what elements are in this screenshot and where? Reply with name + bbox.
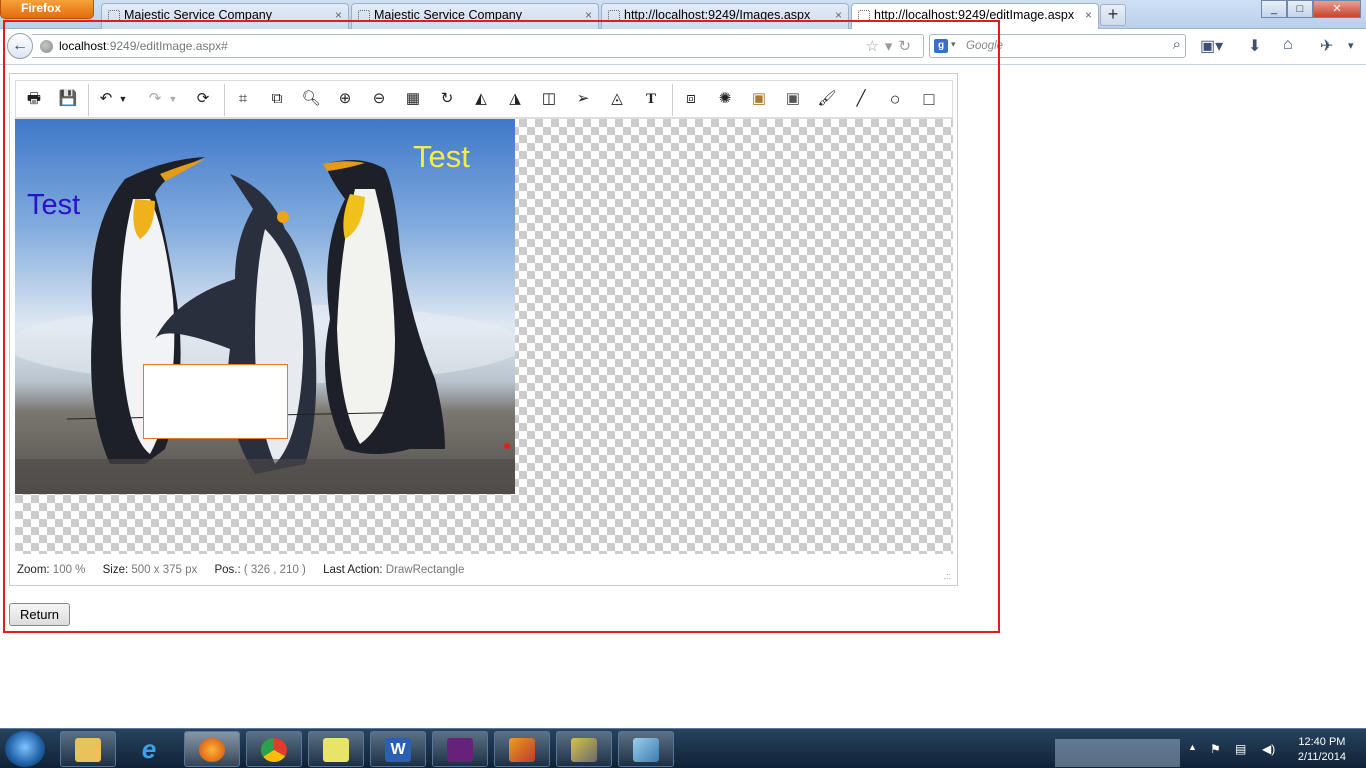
minimize-button[interactable]: _ [1261, 0, 1287, 18]
divider [88, 84, 89, 116]
zoom-value: 100 % [52, 564, 86, 576]
taskbar-notes[interactable] [308, 731, 364, 767]
volume-icon[interactable]: ◀) [1262, 742, 1275, 756]
taskbar-firefox[interactable] [184, 731, 240, 767]
editor-toolbar: 🖶 💾 ↶ ▼ ↷ ▼ ⟳ ⌗ ⧉ 🔍︎ ⊕ ⊖ ▦ ↻ ◭ ◮ ◫ ➢ ◬ T… [15, 80, 953, 118]
taskbar-visual-studio[interactable] [432, 731, 488, 767]
editor-status-bar: Zoom: 100 % Size: 500 x 375 px Pos.: ( 3… [17, 564, 478, 576]
network-icon[interactable]: ▤ [1235, 742, 1246, 756]
text-icon[interactable]: T [638, 86, 664, 112]
addon-icon[interactable]: ✈ [1320, 36, 1333, 56]
position-label: Pos.: [214, 564, 241, 576]
divider [224, 84, 225, 116]
firefox-icon [199, 738, 225, 762]
internet-explorer-icon: e [141, 734, 157, 764]
home-icon[interactable]: ⌂ [1283, 36, 1293, 54]
taskbar-word[interactable]: W [370, 731, 426, 767]
image-editor: 🖶 💾 ↶ ▼ ↷ ▼ ⟳ ⌗ ⧉ 🔍︎ ⊕ ⊖ ▦ ↻ ◭ ◮ ◫ ➢ ◬ T… [9, 73, 958, 586]
save-icon[interactable]: 💾 [55, 86, 81, 112]
zoom-icon[interactable]: 🔍︎ [298, 86, 324, 112]
resize-icon[interactable]: ⧉ [264, 86, 290, 112]
chrome-icon [261, 738, 287, 762]
divider [672, 84, 673, 116]
fit-icon[interactable]: ▦ [400, 86, 426, 112]
taskbar-app[interactable] [494, 731, 550, 767]
mirror-icon[interactable]: ◫ [536, 86, 562, 112]
taskbar-tools[interactable] [556, 731, 612, 767]
download-icon[interactable]: ⬇ [1248, 36, 1261, 56]
zoom-label: Zoom: [17, 564, 50, 576]
chevron-up-icon[interactable]: ▲ [1188, 742, 1197, 752]
close-icon[interactable]: × [1085, 4, 1092, 27]
taskbar-app2[interactable] [618, 731, 674, 767]
size-value: 500 x 375 px [131, 564, 198, 576]
word-icon: W [385, 738, 411, 762]
taskbar-explorer[interactable] [60, 731, 116, 767]
text-overlay[interactable]: Test [27, 189, 80, 222]
windows-taskbar: e W ▲ ⚑ ▤ ◀) 12:40 PM 2/11/2014 [0, 728, 1366, 768]
grayscale-icon[interactable]: ▣ [780, 86, 806, 112]
tools-icon [571, 738, 597, 762]
last-action-label: Last Action: [323, 564, 383, 576]
refresh-icon[interactable]: ⟳ [190, 86, 216, 112]
maximize-button[interactable]: □ [1287, 0, 1313, 18]
firefox-menu-button[interactable]: Firefox [0, 0, 94, 19]
flag-icon[interactable]: ⚑ [1210, 742, 1221, 756]
close-window-button[interactable]: ✕ [1313, 0, 1361, 18]
clock-time: 12:40 PM [1298, 736, 1346, 748]
rectangle-icon[interactable]: □ [916, 86, 942, 112]
undo-dropdown-icon[interactable]: ▼ [116, 86, 130, 112]
print-icon[interactable]: 🖶 [21, 86, 47, 112]
zoom-out-icon[interactable]: ⊖ [366, 86, 392, 112]
window-icon [633, 738, 659, 762]
app-icon [509, 738, 535, 762]
layers-icon[interactable]: ⧈ [678, 86, 704, 112]
resize-grip-icon[interactable]: .:: [943, 571, 951, 581]
flip-vertical-icon[interactable]: ◮ [502, 86, 528, 112]
start-button[interactable] [5, 731, 45, 767]
flip-horizontal-icon[interactable]: ◭ [468, 86, 494, 112]
zoom-in-icon[interactable]: ⊕ [332, 86, 358, 112]
taskbar-ie[interactable]: e [122, 731, 178, 767]
menu-chevron-icon[interactable]: ▾ [1348, 39, 1354, 52]
bookmarks-icon[interactable]: ▣▾ [1200, 36, 1223, 56]
skew-icon[interactable]: ◬ [604, 86, 630, 112]
crop-icon[interactable]: ⌗ [230, 86, 256, 112]
new-tab-button[interactable]: + [1100, 4, 1126, 26]
sepia-icon[interactable]: ▣ [746, 86, 772, 112]
search-icon[interactable]: ⌕ [1173, 36, 1181, 53]
taskbar-chrome[interactable] [246, 731, 302, 767]
position-value: ( 326 , 210 ) [243, 564, 306, 576]
return-button[interactable]: Return [9, 603, 70, 626]
size-label: Size: [102, 564, 129, 576]
image-canvas[interactable]: Test Test [15, 118, 953, 554]
effects-icon[interactable]: ✺ [712, 86, 738, 112]
folder-icon [75, 738, 101, 762]
line-icon[interactable]: ╱ [848, 86, 874, 112]
visual-studio-icon [447, 738, 473, 762]
last-action-value: DrawRectangle [385, 564, 465, 576]
rotate-icon[interactable]: ↻ [434, 86, 460, 112]
sticky-notes-icon [323, 738, 349, 762]
system-clock[interactable]: 12:40 PM 2/11/2014 [1298, 735, 1346, 765]
circle-icon[interactable]: ○ [882, 86, 908, 112]
clock-date: 2/11/2014 [1297, 751, 1346, 763]
text-overlay[interactable]: Test [413, 139, 470, 175]
penguin-photo[interactable]: Test Test [15, 119, 515, 494]
drawn-rectangle[interactable] [143, 364, 288, 439]
tray-area [1055, 739, 1180, 767]
redo-dropdown-icon[interactable]: ▼ [166, 86, 180, 112]
arrow-icon[interactable]: ➢ [570, 86, 596, 112]
brush-icon[interactable]: 🖌︎ [814, 86, 840, 112]
redo-icon[interactable]: ↷ [142, 86, 168, 112]
